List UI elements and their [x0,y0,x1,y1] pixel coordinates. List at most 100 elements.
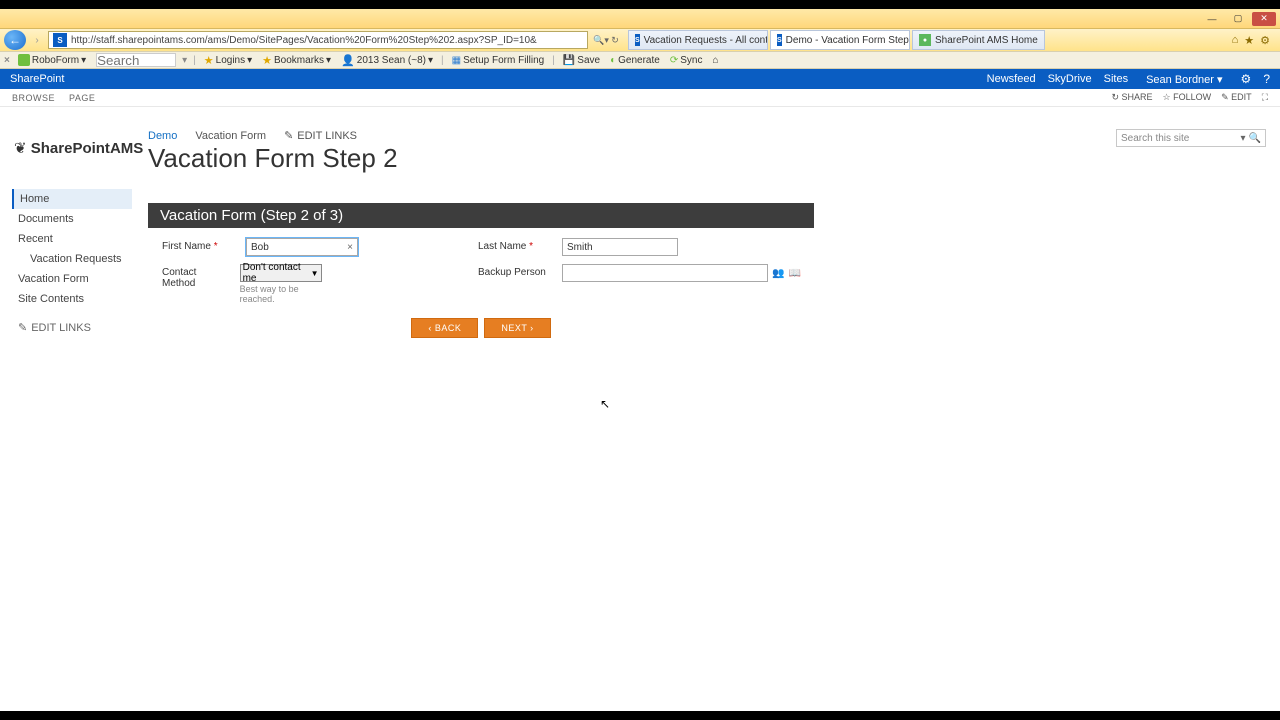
sidebar-item-documents[interactable]: Documents [12,209,132,229]
search-input[interactable]: Search this site ▾🔍 [1116,129,1266,147]
window-titlebar[interactable]: — ▢ ✕ [0,9,1280,29]
roboform-menu[interactable]: RoboForm ▾ [16,54,88,66]
favorites-icon[interactable]: ★ [1244,34,1254,47]
first-name-input[interactable]: Bob × [246,238,358,256]
back-button[interactable]: ‹ BACK [411,318,478,338]
identity-label: 2013 Sean (~8) [357,55,426,66]
mouse-cursor: ↖ [600,397,610,411]
close-button[interactable]: ✕ [1252,12,1276,26]
browse-icon[interactable]: 📖 [788,268,800,279]
breadcrumb-demo[interactable]: Demo [148,130,177,142]
backup-person-input[interactable] [562,264,768,282]
edit-button[interactable]: ✎ EDIT [1221,92,1252,103]
maximize-button[interactable]: ▢ [1226,12,1250,26]
tools-icon[interactable]: ⚙ [1260,34,1270,47]
back-icon[interactable]: ← [4,30,26,50]
contact-method-label: Contact Method [162,264,232,289]
first-name-label: First Name * [162,238,238,252]
user-menu[interactable]: Sean Bordner ▾ [1140,73,1228,86]
search-dropdown-icon[interactable]: ▾ [1241,133,1246,144]
search-dropdown-icon[interactable]: 🔍▾ [593,35,609,46]
sync-icon: ⟳ [670,55,678,66]
breadcrumb: Demo Vacation Form ✎EDIT LINKS [148,129,357,142]
clear-icon[interactable]: × [347,242,353,253]
help-icon[interactable]: ? [1263,72,1270,86]
generate-icon: ◐ [610,55,616,66]
identity-menu[interactable]: 👤2013 Sean (~8) ▾ [339,54,435,67]
sites-link[interactable]: Sites [1104,73,1128,85]
last-name-input[interactable]: Smith [562,238,678,256]
ribbon: BROWSE PAGE ↻ SHARE ☆ FOLLOW ✎ EDIT ⛶ [0,89,1280,107]
sync-button[interactable]: ⟳Sync [668,55,705,66]
url-text: http://staff.sharepointams.com/ams/Demo/… [71,35,537,46]
home-icon[interactable]: ⌂ [1232,34,1239,47]
share-button[interactable]: ↻ SHARE [1111,92,1152,103]
logins-label: Logins [216,55,245,66]
site-logo[interactable]: ❦ SharePointAMS [14,139,143,157]
home-button[interactable]: ⌂ [710,55,720,66]
tab-page[interactable]: PAGE [69,93,95,103]
site-favicon-icon: S [53,33,67,47]
form-panel: Vacation Form (Step 2 of 3) First Name *… [148,203,814,356]
address-input[interactable]: S http://staff.sharepointams.com/ams/Dem… [48,31,588,49]
home-icon: ⌂ [712,55,718,66]
tab-favicon-icon: S [777,34,782,46]
bookmarks-menu[interactable]: ★Bookmarks ▾ [260,54,333,67]
sidebar-item-recent[interactable]: Recent [12,229,132,249]
tab-label: SharePoint AMS Home [935,35,1038,46]
tab-browse[interactable]: BROWSE [12,93,55,103]
tab-favicon-icon: ● [919,34,931,46]
suite-brand[interactable]: SharePoint [10,73,987,85]
setup-form-filling[interactable]: ▦Setup Form Filling [450,55,547,66]
save-label: Save [577,55,600,66]
save-button[interactable]: 💾Save [561,55,602,66]
letterbox-bottom [0,711,1280,720]
chevron-down-icon: ▼ [311,269,319,278]
page-title: Vacation Form Step 2 [148,143,398,174]
settings-icon[interactable]: ⚙ [1241,72,1252,86]
last-name-label: Last Name * [478,238,554,252]
browser-window: — ▢ ✕ ← › S http://staff.sharepointams.c… [0,9,1280,711]
logins-menu[interactable]: ★Logins ▾ [202,54,254,67]
sidebar-item-vacation-requests[interactable]: Vacation Requests [12,249,132,269]
breadcrumb-vacation-form[interactable]: Vacation Form [195,130,266,142]
newsfeed-link[interactable]: Newsfeed [987,73,1036,85]
search-icon[interactable]: 🔍 [1249,133,1261,144]
search-dropdown-icon[interactable]: ▾ [182,55,187,66]
edit-links-button[interactable]: ✎EDIT LINKS [284,129,357,142]
roboform-toolbar: × RoboForm ▾ ▾ | ★Logins ▾ ★Bookmarks ▾ … [0,51,1280,69]
person-icon: 👤 [341,54,355,67]
next-button[interactable]: NEXT › [484,318,550,338]
setup-label: Setup Form Filling [463,55,544,66]
generate-button[interactable]: ◐Generate [608,55,662,66]
roboform-label: RoboForm [32,55,79,66]
browser-tools: ⌂ ★ ⚙ [1232,34,1276,47]
follow-button[interactable]: ☆ FOLLOW [1163,92,1212,103]
minimize-button[interactable]: — [1200,12,1224,26]
form-body: First Name * Bob × Last Name * Smith [148,228,814,356]
focus-icon[interactable]: ⛶ [1262,92,1268,103]
contact-method-hint: Best way to be reached. [240,284,328,304]
forward-icon[interactable]: › [30,30,44,50]
sidebar-item-home[interactable]: Home [12,189,132,209]
first-name-value: Bob [251,242,269,253]
sidebar-item-site-contents[interactable]: Site Contents [12,289,132,309]
contact-method-select[interactable]: Don't contact me ▼ [240,264,322,282]
edit-links-button[interactable]: ✎EDIT LINKS [12,317,132,338]
refresh-icon[interactable]: ↻ [611,35,619,46]
star-icon: ★ [262,54,272,67]
skydrive-link[interactable]: SkyDrive [1048,73,1092,85]
roboform-icon [18,54,30,66]
tab-favicon-icon: S [635,34,640,46]
tab-sharepoint-ams-home[interactable]: ● SharePoint AMS Home [912,30,1045,50]
pencil-icon: ✎ [284,129,293,142]
sidebar-item-vacation-form[interactable]: Vacation Form [12,269,132,289]
tab-vacation-form-step-2[interactable]: S Demo - Vacation Form Step 2 × [770,30,910,50]
sync-label: Sync [680,55,702,66]
roboform-search-input[interactable] [96,53,176,67]
tab-vacation-requests[interactable]: S Vacation Requests - All contacts [628,30,768,50]
toolbar-close-icon[interactable]: × [4,55,10,66]
last-name-value: Smith [567,242,593,253]
check-names-icon[interactable]: 👥 [772,268,784,279]
bookmarks-label: Bookmarks [274,55,324,66]
